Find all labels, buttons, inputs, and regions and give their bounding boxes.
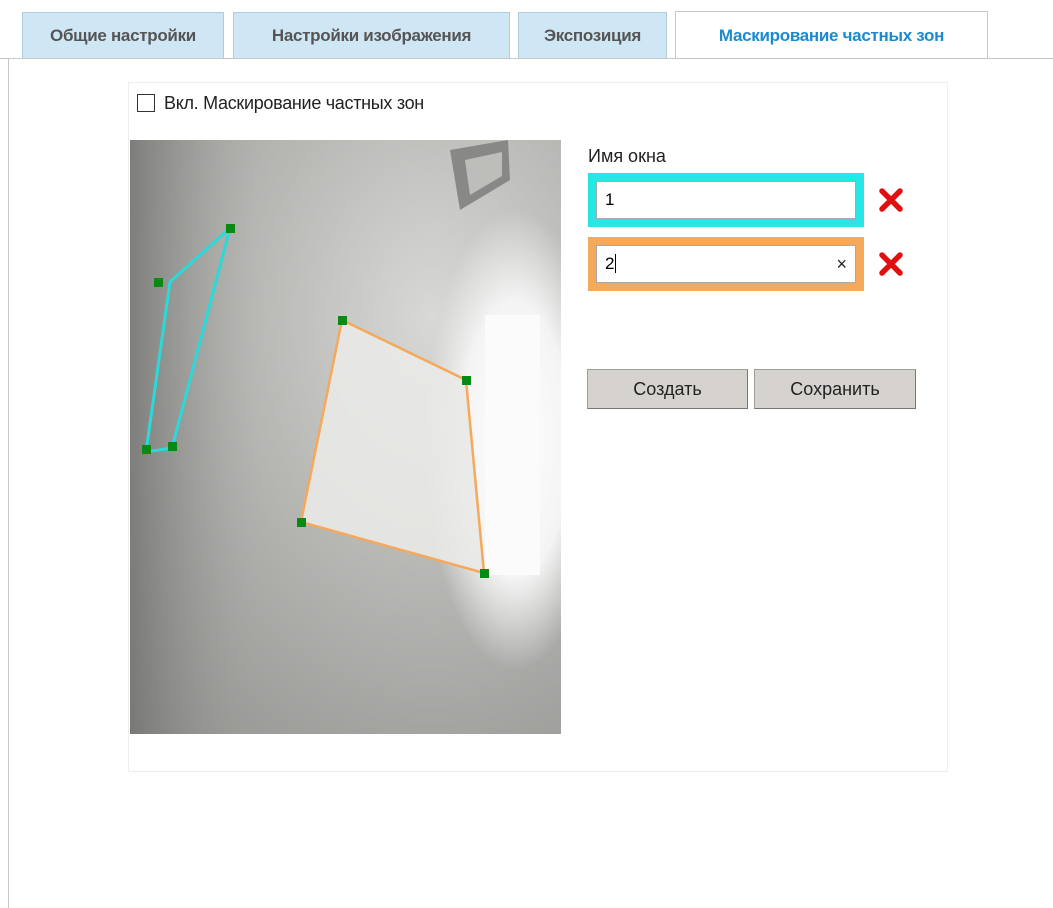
mask-name-value-1: 1 bbox=[605, 190, 615, 209]
mask-name-input-1[interactable]: 1 bbox=[596, 181, 856, 219]
tab-divider bbox=[0, 58, 1053, 59]
mask-zone-1-handle[interactable] bbox=[226, 224, 235, 233]
preview-canvas[interactable] bbox=[130, 140, 561, 734]
mask-color-frame-2: 2 × bbox=[588, 237, 864, 291]
ceiling-lamp bbox=[485, 315, 540, 575]
window-name-label: Имя окна bbox=[588, 146, 666, 166]
enable-mask-label: Вкл. Маскирование частных зон bbox=[164, 92, 424, 113]
tab-privacy-mask[interactable]: Маскирование частных зон bbox=[675, 11, 988, 59]
create-button[interactable]: Создать bbox=[587, 369, 748, 409]
mask-zone-2-handle[interactable] bbox=[338, 316, 347, 325]
mask-color-frame-1: 1 bbox=[588, 173, 864, 227]
enable-mask-row[interactable]: Вкл. Маскирование частных зон bbox=[137, 90, 424, 116]
mask-row-1: 1 bbox=[588, 173, 904, 227]
tab-bar: Общие настройки Настройки изображения Эк… bbox=[0, 0, 1053, 60]
enable-mask-checkbox[interactable] bbox=[137, 94, 155, 112]
mask-name-value-2: 2 bbox=[605, 254, 617, 273]
mask-zone-2-handle[interactable] bbox=[297, 518, 306, 527]
save-button[interactable]: Сохранить bbox=[754, 369, 916, 409]
mask-name-input-2[interactable]: 2 × bbox=[596, 245, 856, 283]
mask-zone-1-handle[interactable] bbox=[142, 445, 151, 454]
camera-preview[interactable] bbox=[130, 140, 561, 734]
mask-zone-2-handle[interactable] bbox=[462, 376, 471, 385]
delete-mask-1-icon[interactable] bbox=[878, 187, 904, 213]
tab-exposure[interactable]: Экспозиция bbox=[518, 12, 667, 58]
mask-row-2: 2 × bbox=[588, 237, 904, 291]
mask-zone-1-handle[interactable] bbox=[154, 278, 163, 287]
tab-general-settings[interactable]: Общие настройки bbox=[22, 12, 224, 58]
clear-input-icon[interactable]: × bbox=[836, 254, 847, 275]
delete-mask-2-icon[interactable] bbox=[878, 251, 904, 277]
mask-zone-2-handle[interactable] bbox=[480, 569, 489, 578]
mask-zone-1-handle[interactable] bbox=[168, 442, 177, 451]
content-border bbox=[8, 58, 9, 908]
tab-image-settings[interactable]: Настройки изображения bbox=[233, 12, 510, 58]
